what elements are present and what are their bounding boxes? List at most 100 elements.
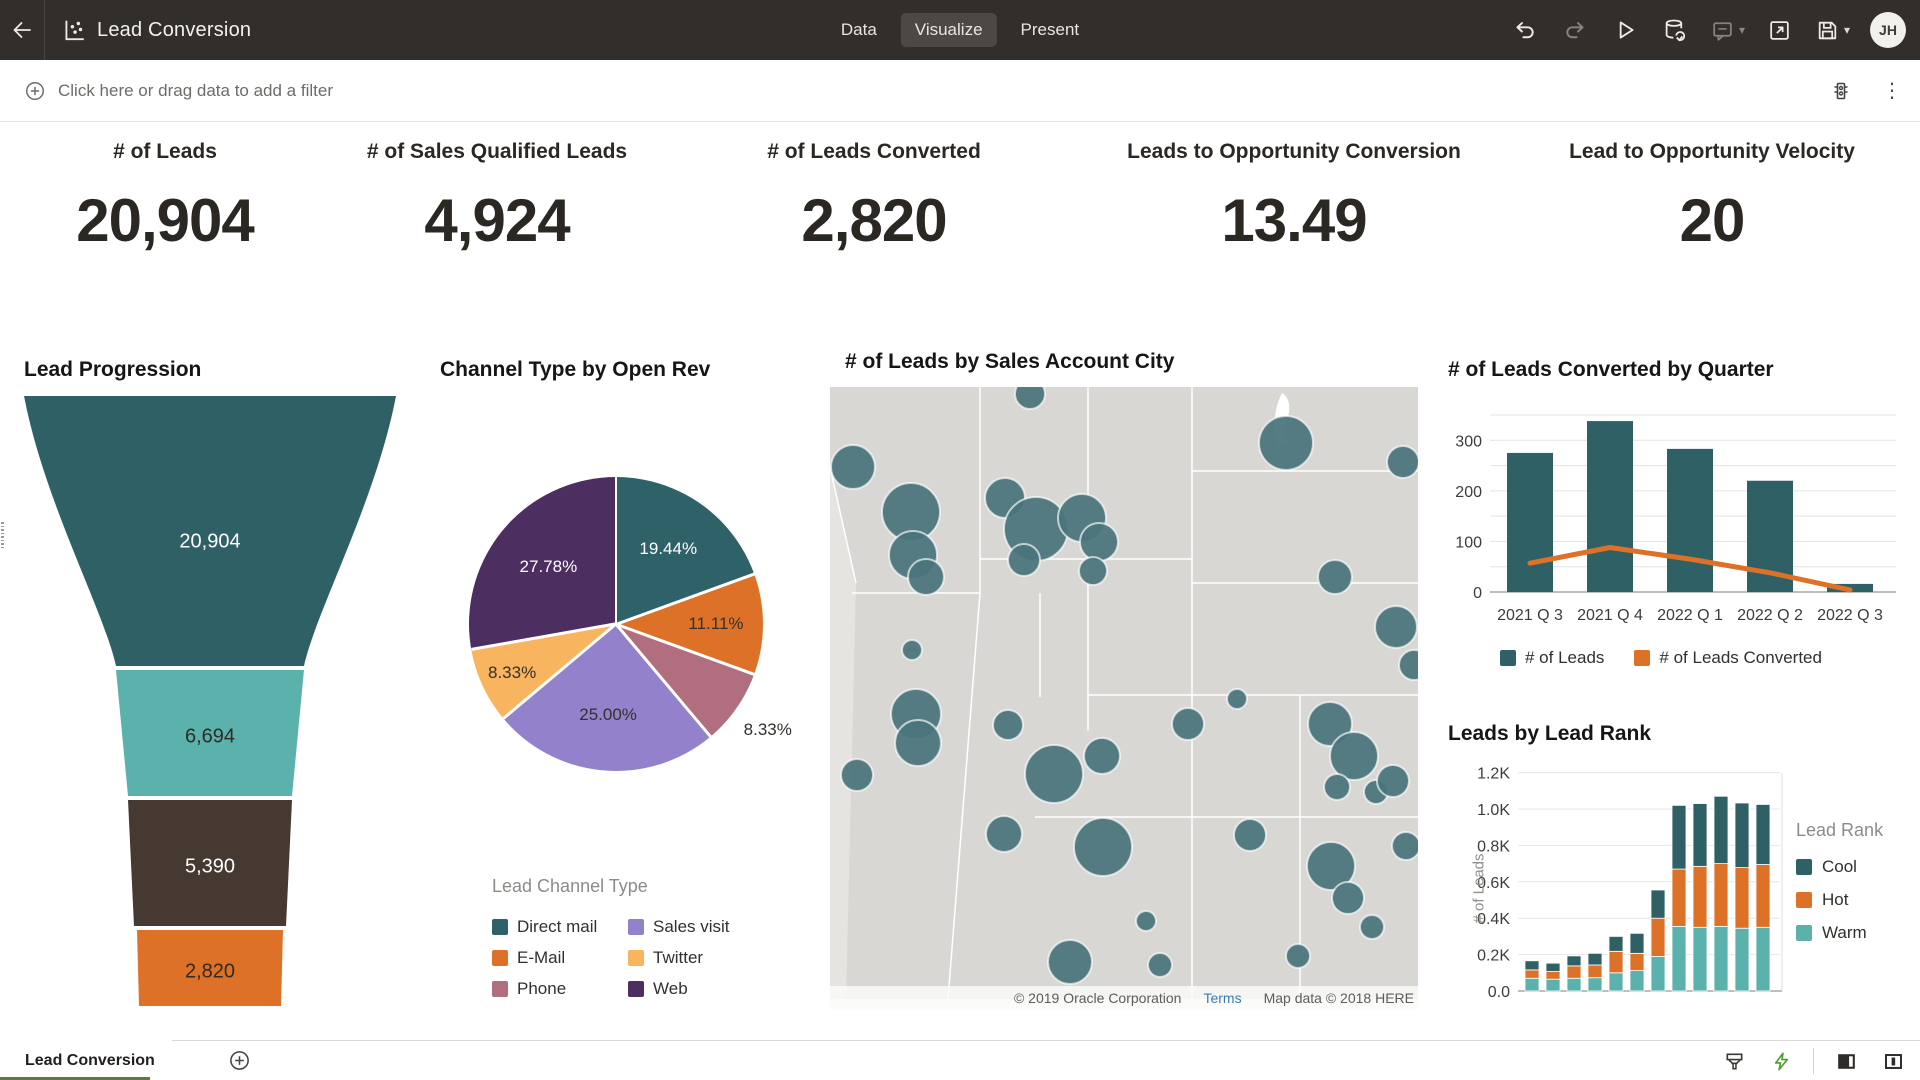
rank-bar-segment[interactable] bbox=[1567, 956, 1581, 966]
map-bubble[interactable] bbox=[1392, 832, 1418, 860]
map-bubble[interactable] bbox=[1259, 416, 1313, 470]
map-bubble[interactable] bbox=[1360, 915, 1384, 939]
rank-bar-segment[interactable] bbox=[1630, 971, 1644, 991]
map-bubble[interactable] bbox=[1172, 708, 1204, 740]
rank-bar-segment[interactable] bbox=[1525, 961, 1539, 970]
kpi-tile[interactable]: # of Sales Qualified Leads 4,924 bbox=[330, 140, 664, 255]
canvas-style-button[interactable] bbox=[1719, 1046, 1749, 1076]
kpi-tile[interactable]: # of Leads 20,904 bbox=[0, 140, 330, 255]
map-bubble[interactable] bbox=[1079, 557, 1107, 585]
map-bubble[interactable] bbox=[902, 640, 922, 660]
map-bubble[interactable] bbox=[1084, 738, 1120, 774]
rank-bar-segment[interactable] bbox=[1693, 804, 1707, 867]
rank-bar-segment[interactable] bbox=[1672, 926, 1686, 991]
rank-bar-segment[interactable] bbox=[1756, 804, 1770, 864]
rank-bar-segment[interactable] bbox=[1693, 927, 1707, 991]
legend-item-web[interactable]: Web bbox=[628, 973, 730, 1004]
map-bubble[interactable] bbox=[1377, 765, 1409, 797]
present-window-button[interactable] bbox=[1765, 15, 1795, 45]
refresh-data-button[interactable] bbox=[1660, 15, 1690, 45]
preview-button[interactable] bbox=[1610, 15, 1640, 45]
rank-bar-segment[interactable] bbox=[1546, 972, 1560, 980]
rank-bar-segment[interactable] bbox=[1525, 970, 1539, 978]
map-bubble[interactable] bbox=[1227, 689, 1247, 709]
rank-bar-segment[interactable] bbox=[1651, 956, 1665, 991]
canvas-tab-lead-conversion[interactable]: Lead Conversion bbox=[0, 1040, 172, 1080]
map-bubble[interactable] bbox=[1015, 387, 1045, 409]
legend-item-leads-converted[interactable]: # of Leads Converted bbox=[1634, 648, 1822, 668]
rank-bar-segment[interactable] bbox=[1735, 928, 1749, 991]
rank-bar-segment[interactable] bbox=[1609, 936, 1623, 951]
more-options-icon[interactable]: ⋮ bbox=[1882, 81, 1902, 101]
map-bubble[interactable] bbox=[1234, 819, 1266, 851]
rank-bar-segment[interactable] bbox=[1546, 963, 1560, 971]
map-bubble[interactable] bbox=[1008, 544, 1040, 576]
add-canvas-button[interactable] bbox=[228, 1049, 251, 1077]
rank-bar-segment[interactable] bbox=[1588, 965, 1602, 978]
limit-values-button[interactable] bbox=[1826, 76, 1856, 106]
map-bubble[interactable] bbox=[908, 559, 944, 595]
kpi-tile[interactable]: Leads to Opportunity Conversion 13.49 bbox=[1084, 140, 1504, 255]
map-bubble[interactable] bbox=[1025, 745, 1083, 803]
rank-bar-segment[interactable] bbox=[1756, 865, 1770, 928]
rank-bar-segment[interactable] bbox=[1714, 926, 1728, 991]
map-bubble[interactable] bbox=[1074, 818, 1132, 876]
rank-bar-segment[interactable] bbox=[1546, 979, 1560, 991]
legend-item-twitter[interactable]: Twitter bbox=[628, 942, 730, 973]
rank-bar-segment[interactable] bbox=[1609, 951, 1623, 972]
tab-present[interactable]: Present bbox=[1007, 13, 1094, 47]
map-bubble[interactable] bbox=[986, 816, 1022, 852]
rank-bar-segment[interactable] bbox=[1567, 978, 1581, 991]
map-bubble[interactable] bbox=[1318, 560, 1352, 594]
rank-bar-segment[interactable] bbox=[1714, 796, 1728, 863]
rank-stacked-chart[interactable]: 0.00.2K0.4K0.6K0.8K1.0K1.2K bbox=[1448, 758, 1793, 1010]
user-avatar[interactable]: JH bbox=[1870, 12, 1906, 48]
map-bubble[interactable] bbox=[993, 710, 1023, 740]
map-bubble[interactable] bbox=[841, 759, 873, 791]
map-bubble[interactable] bbox=[1387, 446, 1418, 478]
map-bubble[interactable] bbox=[895, 720, 941, 766]
redo-button[interactable] bbox=[1560, 15, 1590, 45]
leads-map[interactable] bbox=[830, 387, 1418, 999]
map-bubble[interactable] bbox=[1048, 940, 1092, 984]
legend-item-direct-mail[interactable]: Direct mail bbox=[492, 911, 628, 942]
rank-bar-segment[interactable] bbox=[1588, 953, 1602, 965]
rank-bar-segment[interactable] bbox=[1672, 805, 1686, 869]
tab-visualize[interactable]: Visualize bbox=[901, 13, 997, 47]
legend-item-email[interactable]: E-Mail bbox=[492, 942, 628, 973]
map-terms-link[interactable]: Terms bbox=[1203, 990, 1241, 1006]
toggle-data-panel-button[interactable] bbox=[1878, 1046, 1908, 1076]
rank-bar-segment[interactable] bbox=[1525, 978, 1539, 991]
panel-grip-handle[interactable] bbox=[1, 522, 5, 548]
map-bubble[interactable] bbox=[1375, 606, 1417, 648]
rank-bar-segment[interactable] bbox=[1609, 973, 1623, 991]
toggle-grammar-panel-button[interactable] bbox=[1831, 1046, 1861, 1076]
quarter-bar[interactable] bbox=[1507, 453, 1553, 592]
legend-item-hot[interactable]: Hot bbox=[1796, 890, 1883, 910]
legend-item-sales-visit[interactable]: Sales visit bbox=[628, 911, 730, 942]
map-bubble[interactable] bbox=[1286, 944, 1310, 968]
map-bubble[interactable] bbox=[1136, 911, 1156, 931]
map-bubble[interactable] bbox=[1332, 882, 1364, 914]
map-bubble[interactable] bbox=[1330, 732, 1378, 780]
comments-menu[interactable]: ▾ bbox=[1710, 18, 1745, 43]
filter-prompt[interactable]: Click here or drag data to add a filter bbox=[58, 81, 333, 101]
rank-bar-segment[interactable] bbox=[1735, 803, 1749, 868]
rank-bar-segment[interactable] bbox=[1630, 933, 1644, 953]
add-filter-button[interactable] bbox=[24, 80, 46, 102]
rank-bar-segment[interactable] bbox=[1588, 978, 1602, 991]
quarter-bar[interactable] bbox=[1667, 449, 1713, 592]
quarter-bar[interactable] bbox=[1587, 421, 1633, 592]
rank-bar-segment[interactable] bbox=[1735, 868, 1749, 929]
rank-bar-segment[interactable] bbox=[1693, 866, 1707, 927]
legend-item-leads[interactable]: # of Leads bbox=[1500, 648, 1604, 668]
map-bubble[interactable] bbox=[1148, 953, 1172, 977]
pie-chart[interactable]: 19.44%11.11%8.33%25.00%8.33%27.78% bbox=[469, 477, 763, 771]
tab-data[interactable]: Data bbox=[827, 13, 891, 47]
undo-button[interactable] bbox=[1510, 15, 1540, 45]
map-bubble[interactable] bbox=[1324, 774, 1350, 800]
quarter-combo-chart[interactable]: 01002003002021 Q 32021 Q 42022 Q 12022 Q… bbox=[1448, 396, 1900, 632]
rank-bar-segment[interactable] bbox=[1756, 927, 1770, 991]
rank-bar-segment[interactable] bbox=[1630, 953, 1644, 970]
rank-bar-segment[interactable] bbox=[1651, 890, 1665, 918]
